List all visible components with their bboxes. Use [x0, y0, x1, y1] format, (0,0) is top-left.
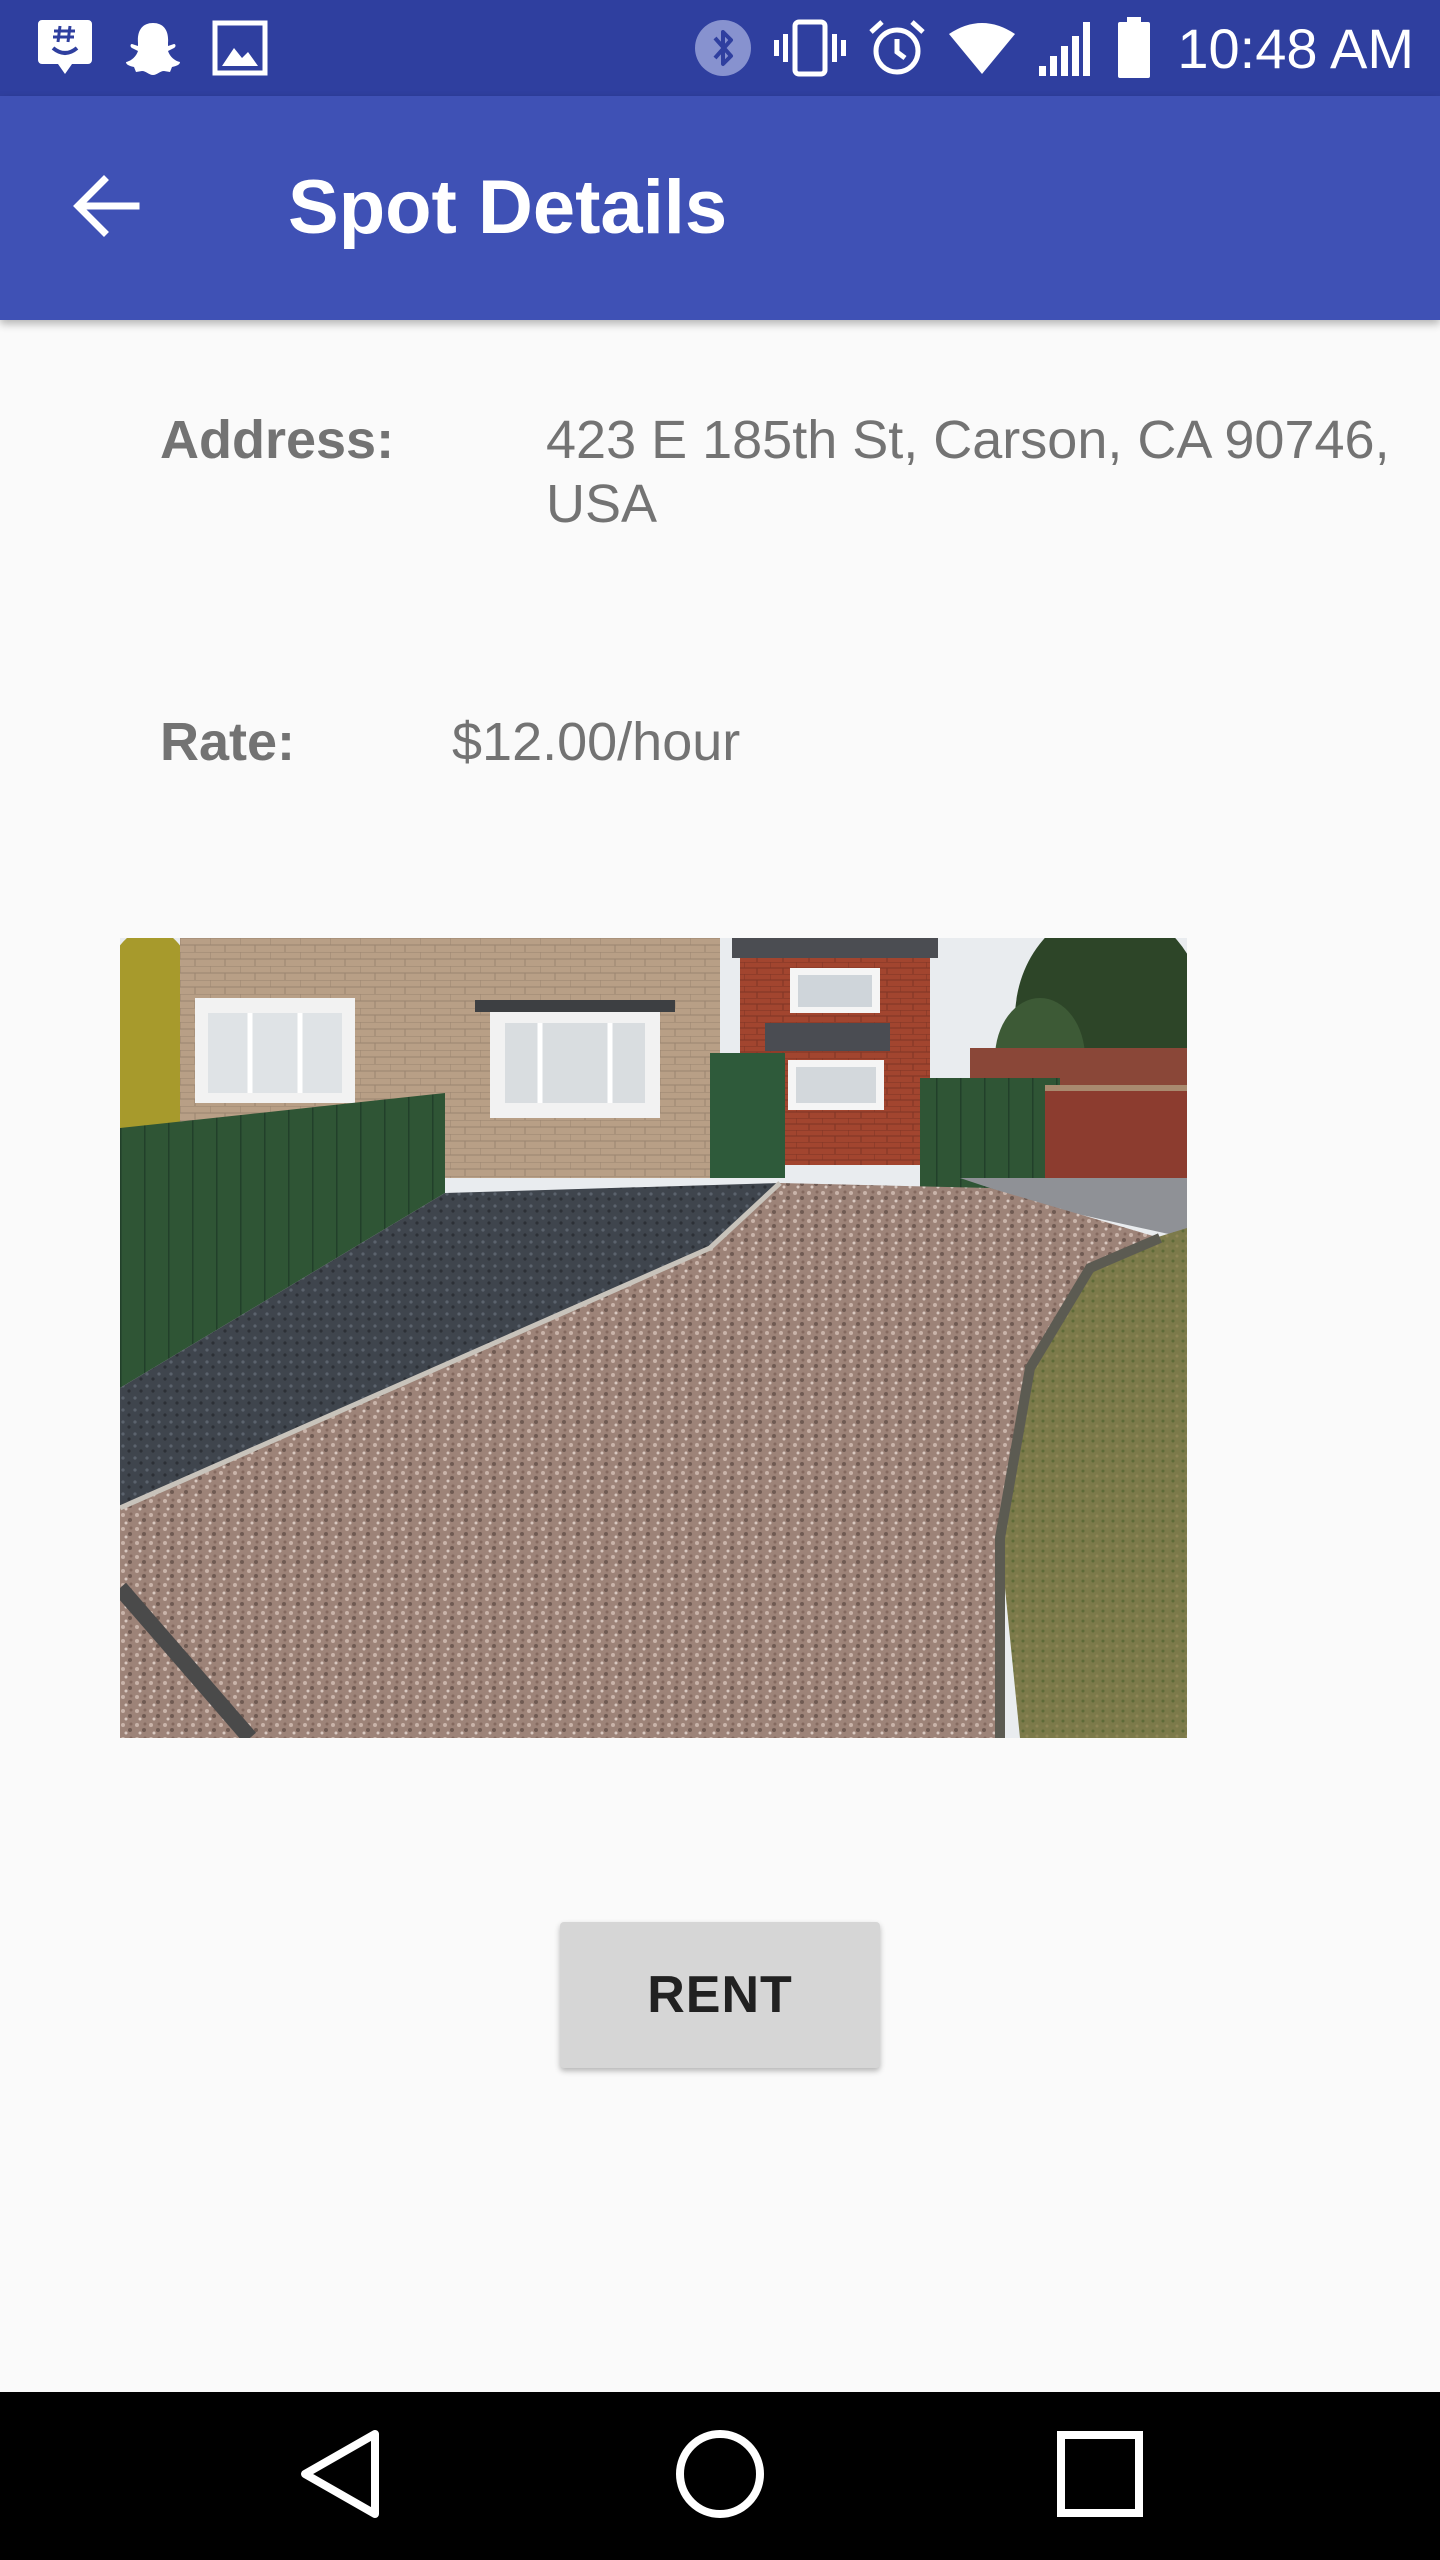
groupme-icon — [36, 18, 94, 78]
back-button[interactable] — [56, 158, 156, 258]
address-value: 423 E 185th St, Carson, CA 90746, USA — [546, 410, 1390, 534]
app-bar: Spot Details — [0, 96, 1440, 320]
nav-home-icon — [674, 2428, 766, 2525]
gallery-icon — [212, 20, 268, 76]
bluetooth-icon — [693, 18, 753, 78]
arrow-back-icon — [70, 174, 142, 243]
rate-value: $12.00/hour — [452, 712, 741, 772]
page-title: Spot Details — [288, 165, 728, 250]
vibrate-icon — [773, 18, 847, 78]
rate-label: Rate: — [160, 712, 296, 772]
snapchat-icon — [124, 19, 182, 77]
status-time: 10:48 AM — [1177, 16, 1414, 80]
navigation-bar — [0, 2392, 1440, 2560]
nav-recents-icon — [1055, 2429, 1145, 2524]
alarm-icon — [867, 18, 927, 78]
status-system-icons: 10:48 AM — [693, 14, 1414, 82]
nav-recents-button[interactable] — [1040, 2416, 1160, 2536]
status-bar: 10:48 AM — [0, 0, 1440, 96]
nav-home-button[interactable] — [660, 2416, 780, 2536]
rent-button[interactable]: RENT — [560, 1922, 880, 2068]
signal-icon — [1037, 18, 1097, 78]
nav-back-button[interactable] — [280, 2416, 400, 2536]
battery-icon — [1117, 17, 1151, 79]
address-label: Address: — [160, 410, 395, 470]
parking-spot-photo — [120, 938, 1187, 1738]
nav-back-icon — [295, 2426, 385, 2527]
status-notification-icons — [36, 18, 268, 78]
wifi-icon — [947, 20, 1017, 76]
